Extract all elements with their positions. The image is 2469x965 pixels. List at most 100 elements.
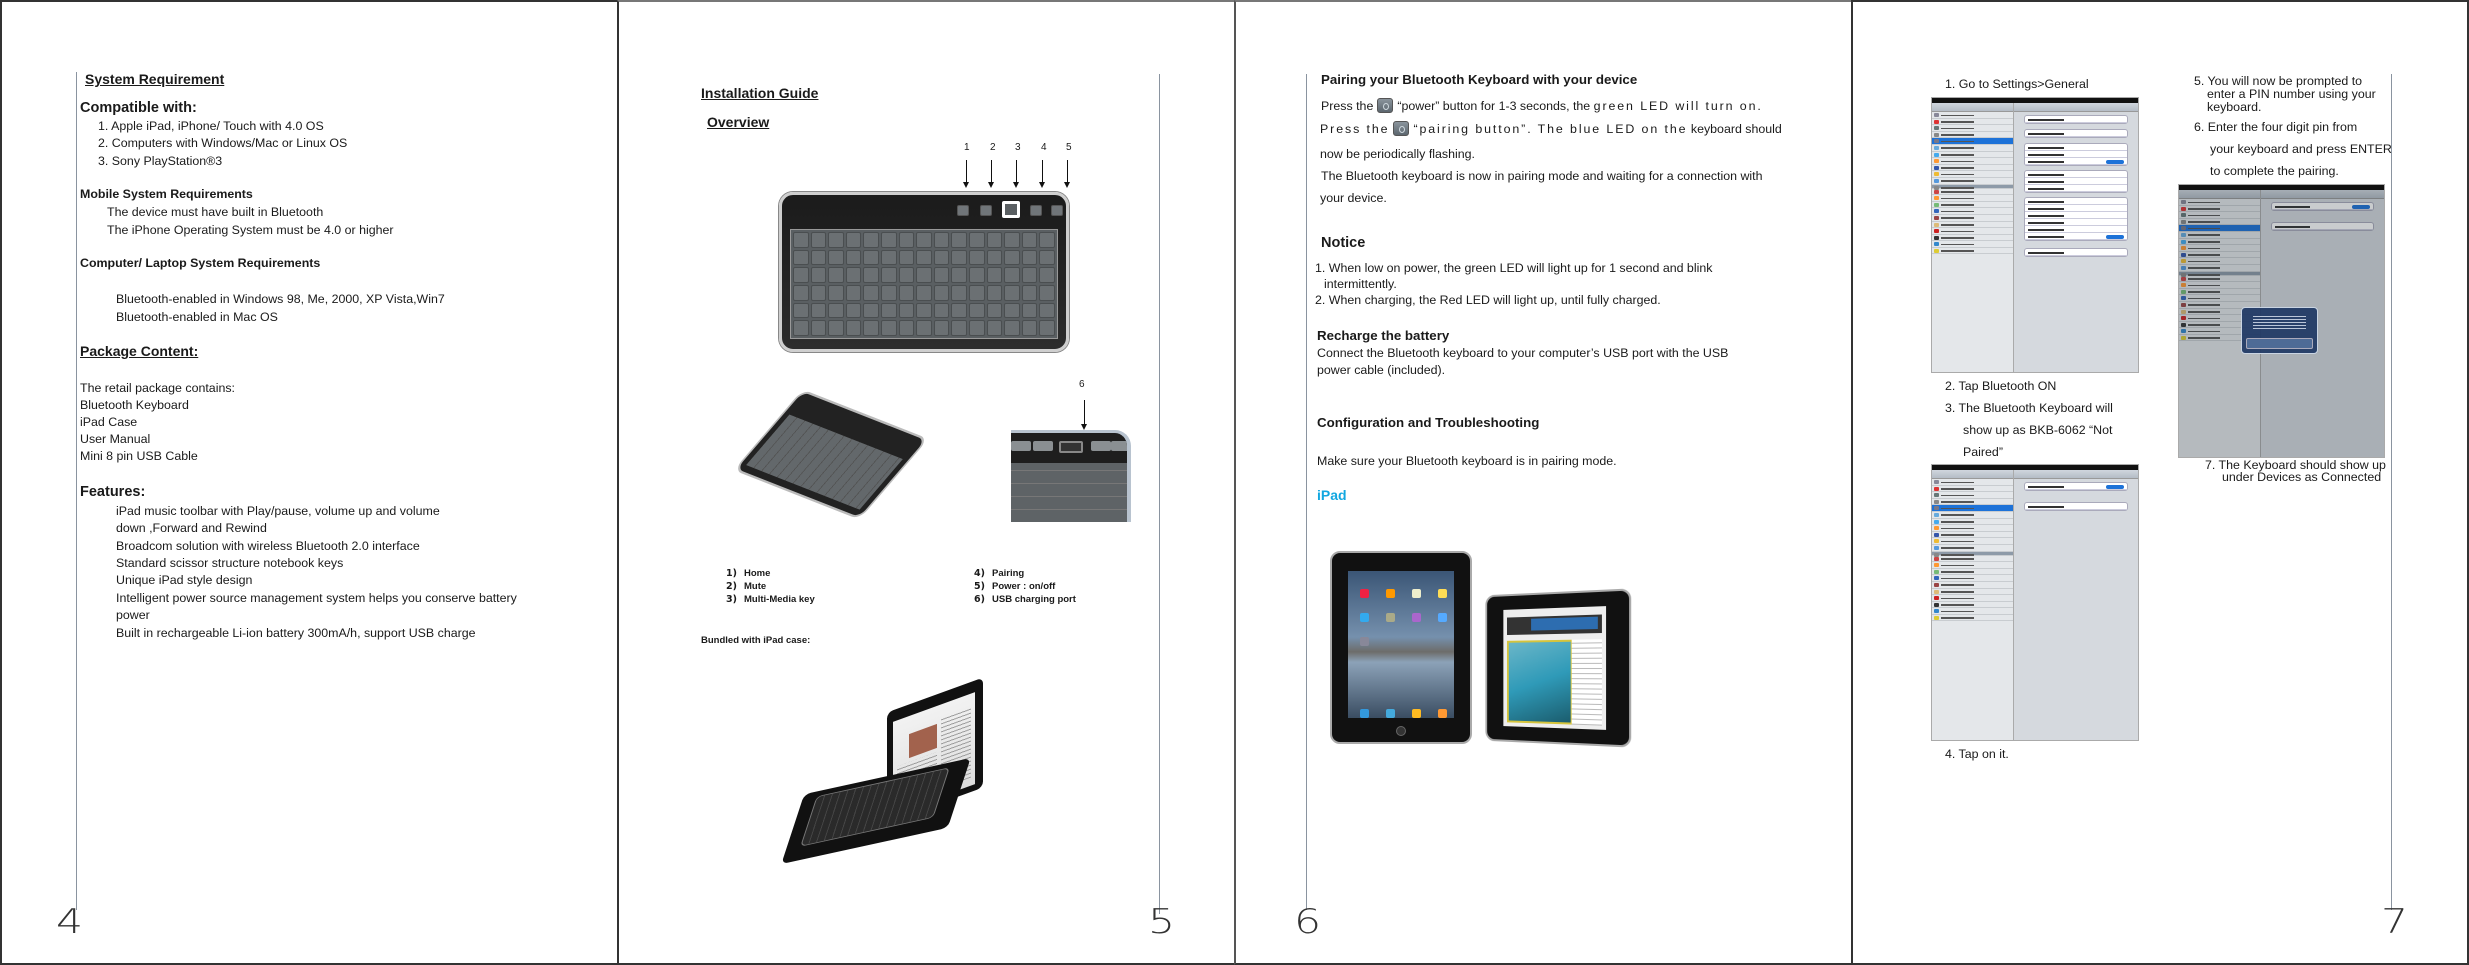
page-4: System Requirement Compatible with: 1. A…	[0, 0, 619, 965]
key	[828, 232, 844, 248]
step-6: 6. Enter the four digit pin from	[2194, 120, 2358, 134]
step-7: 7. The Keyboard should show up under Dev…	[2205, 458, 2386, 484]
ipad-case-image	[779, 667, 1039, 865]
key	[916, 285, 932, 301]
key	[986, 249, 1003, 266]
key	[845, 285, 862, 301]
key	[793, 320, 809, 336]
key	[1004, 302, 1020, 319]
key	[1021, 320, 1038, 336]
mobile-heading: Mobile System Requirements	[80, 187, 253, 201]
list-item: iPad music toolbar with Play/pause, volu…	[116, 504, 440, 518]
list-item: Unique iPad style design	[116, 573, 253, 587]
ipad-settings-general-screenshot	[1931, 97, 2139, 373]
features-list: iPad music toolbar with Play/pause, volu…	[116, 503, 517, 642]
callout-label: 6	[1079, 379, 1085, 390]
overview-heading: Overview	[707, 114, 770, 130]
key	[793, 285, 809, 301]
key	[828, 249, 844, 266]
key	[881, 249, 897, 266]
key	[793, 302, 809, 319]
step-6-cont: to complete the pairing.	[2210, 164, 2339, 178]
callout-label: 5	[1066, 142, 1072, 153]
key	[933, 285, 950, 301]
key	[810, 267, 827, 283]
list-item: power	[116, 608, 150, 622]
step-5: 5. You will now be prompted to enter a P…	[2194, 74, 2376, 114]
keyboard-keys	[790, 229, 1058, 339]
notice-item: 2. When charging, the Red LED will light…	[1315, 293, 1661, 307]
section-title: System Requirement	[85, 71, 225, 87]
page-number: 7	[2381, 902, 2408, 942]
key	[1021, 249, 1038, 266]
key	[881, 320, 897, 336]
key	[810, 320, 827, 336]
key	[898, 285, 915, 301]
legend-item-home: 1) Home	[726, 568, 771, 579]
step-3-cont: show up as BKB-6062 “Not	[1963, 423, 2113, 437]
multimedia-key-icon	[1002, 201, 1020, 218]
key	[793, 232, 809, 248]
mute-button-icon	[980, 205, 992, 216]
package-heading: Package Content:	[80, 343, 199, 359]
key	[1021, 302, 1038, 319]
key	[916, 320, 932, 336]
ipad-bluetooth-screenshot	[1931, 464, 2139, 741]
key	[951, 267, 967, 283]
key	[933, 320, 950, 336]
key	[951, 285, 967, 301]
key	[863, 285, 879, 301]
computer-list: Bluetooth-enabled in Windows 98, Me, 200…	[116, 291, 445, 327]
key	[1021, 232, 1038, 248]
key	[1021, 285, 1038, 301]
compatible-heading: Compatible with:	[80, 100, 197, 116]
bundled-caption: Bundled with iPad case:	[701, 635, 811, 646]
key	[1039, 232, 1055, 248]
key	[881, 267, 897, 283]
list-item: Bluetooth-enabled in Mac OS	[116, 310, 278, 324]
key	[969, 302, 985, 319]
compatible-list: 1. Apple iPad, iPhone/ Touch with 4.0 OS…	[98, 118, 347, 170]
margin-rule	[1306, 74, 1307, 904]
key	[845, 232, 862, 248]
callout-label: 2	[990, 142, 996, 153]
page-7: 1. Go to Settings>General 2. Tap Bluetoo…	[1851, 0, 2469, 965]
pairing-line-3: now be periodically flashing.	[1320, 147, 1475, 161]
key	[828, 302, 844, 319]
section-title: Installation Guide	[701, 85, 819, 101]
pairing-button-icon	[1030, 205, 1042, 216]
page-number: 6	[1294, 902, 1321, 942]
step-3: 3. The Bluetooth Keyboard will	[1945, 401, 2113, 415]
legend-item-pairing: 4) Pairing	[974, 568, 1025, 579]
recharge-line: power cable (included).	[1317, 363, 1446, 377]
keyboard-keys	[746, 414, 903, 510]
key	[793, 267, 809, 283]
legend-item-mute: 2) Mute	[726, 581, 767, 592]
key	[1021, 267, 1038, 283]
key	[810, 249, 827, 266]
key	[1039, 302, 1055, 319]
key	[916, 249, 932, 266]
key	[986, 302, 1003, 319]
list-item: Broadcom solution with wireless Bluetoot…	[116, 539, 420, 553]
package-intro: The retail package contains:	[80, 381, 235, 395]
key	[1004, 249, 1020, 266]
key	[845, 320, 862, 336]
key	[863, 320, 879, 336]
key	[881, 232, 897, 248]
callout-label: 4	[1041, 142, 1047, 153]
pairing-line-4: The Bluetooth keyboard is now in pairing…	[1321, 169, 1763, 183]
step-2: 2. Tap Bluetooth ON	[1945, 379, 2057, 393]
mobile-list: The device must have built in Bluetooth …	[107, 204, 394, 240]
step-3-cont: Paired”	[1963, 445, 2003, 459]
key	[969, 267, 985, 283]
key	[986, 320, 1003, 336]
key	[881, 285, 897, 301]
notice-item: 1. When low on power, the green LED will…	[1315, 261, 1713, 275]
recharge-heading: Recharge the battery	[1317, 328, 1450, 343]
power-button-icon	[1377, 98, 1394, 113]
notice-item-cont: intermittently.	[1324, 277, 1397, 291]
arrow-icon	[988, 160, 994, 188]
key	[898, 320, 915, 336]
ipad-landscape-image	[1485, 588, 1632, 748]
